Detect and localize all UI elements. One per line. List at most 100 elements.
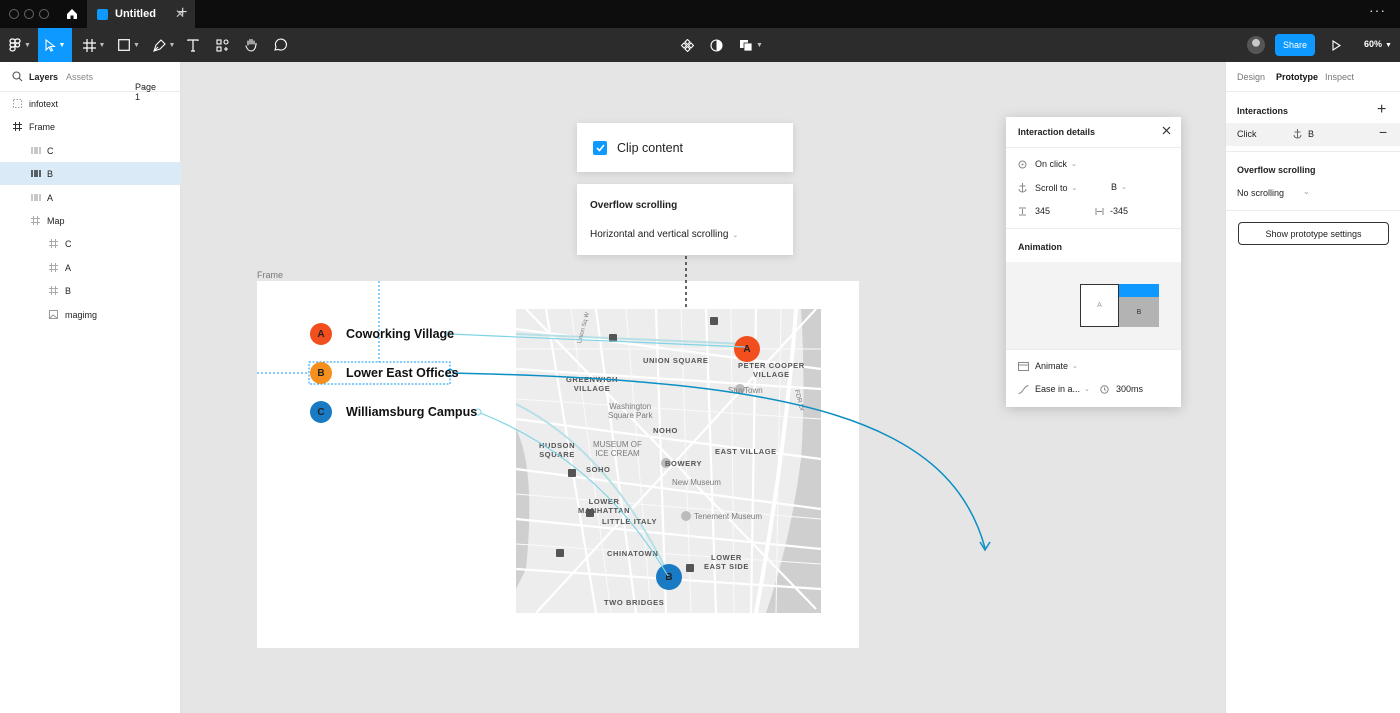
add-interaction-icon[interactable]: + — [1377, 101, 1386, 119]
animate-icon — [1018, 361, 1029, 371]
layer-item[interactable]: B — [0, 162, 181, 186]
layer-label: C — [47, 145, 54, 156]
trigger-dropdown[interactable]: On click ⌄ — [1018, 159, 1077, 169]
layer-item[interactable]: Frame — [0, 115, 181, 138]
present-button[interactable] — [1328, 28, 1344, 62]
tab-design[interactable]: Design — [1237, 72, 1265, 82]
cursor-icon — [44, 38, 56, 52]
offset-y-field[interactable]: 345 — [1018, 206, 1050, 216]
avatar[interactable] — [1247, 36, 1265, 54]
layer-label: B — [65, 286, 72, 297]
location-item-a[interactable]: A Coworking Village — [310, 323, 454, 345]
map-label: BOWERY — [665, 459, 703, 468]
interaction-row[interactable]: Click B − — [1226, 123, 1400, 146]
home-button[interactable] — [57, 0, 87, 28]
layer-item[interactable]: B — [0, 279, 181, 302]
close-icon[interactable] — [1162, 126, 1171, 135]
text-frame-icon — [13, 99, 22, 110]
layer-item[interactable]: infotext — [0, 92, 181, 115]
remove-interaction-icon[interactable]: − — [1379, 124, 1387, 140]
clip-content-checkbox[interactable] — [593, 140, 607, 155]
components-icon — [215, 38, 229, 52]
new-tab-icon[interactable]: + — [178, 4, 187, 22]
more-menu-icon[interactable]: ··· — [1369, 2, 1386, 18]
layer-label: Frame — [29, 122, 56, 133]
boolean-action[interactable]: ▼ — [738, 28, 764, 62]
layer-label: infotext — [29, 99, 59, 109]
layer-item[interactable]: C — [0, 232, 181, 255]
show-prototype-settings-button[interactable]: Show prototype settings — [1238, 222, 1389, 245]
resources-tool[interactable] — [212, 28, 232, 62]
easing-curve-icon — [1018, 384, 1029, 394]
offset-y-value: 345 — [1035, 206, 1051, 216]
map-label: GREENWICH VILLAGE — [566, 375, 619, 393]
overflow-card-title: Overflow scrolling — [590, 200, 678, 211]
layer-item[interactable]: Map — [0, 209, 181, 232]
window-close-dot[interactable] — [9, 9, 19, 19]
target-dropdown[interactable]: B ⌄ — [1111, 182, 1127, 192]
overflow-dropdown[interactable]: No scrolling ⌄ — [1226, 186, 1400, 202]
frame-icon — [49, 239, 58, 250]
map-label: CHINATOWN — [607, 549, 659, 558]
map-pin-a[interactable]: A — [734, 336, 760, 362]
layer-item[interactable]: C — [0, 139, 181, 162]
tab-assets[interactable]: Assets — [66, 72, 93, 82]
tab-layers[interactable]: Layers — [29, 72, 58, 82]
easing-dropdown[interactable]: Ease in a... ⌄ — [1018, 384, 1090, 394]
subway-icon — [586, 509, 594, 517]
duration-field[interactable]: 300ms — [1100, 384, 1143, 394]
tab-inspect[interactable]: Inspect — [1325, 72, 1354, 82]
share-button[interactable]: Share — [1275, 34, 1315, 56]
layer-item[interactable]: magimg — [0, 303, 181, 326]
move-tool[interactable]: ▼ — [38, 28, 72, 62]
map-label: Washington Square Park — [608, 402, 653, 420]
component-action[interactable] — [678, 28, 696, 62]
location-name: Coworking Village — [346, 327, 455, 341]
chevron-down-icon: ▼ — [1385, 42, 1392, 49]
frame-icon — [49, 286, 58, 297]
zoom-value: 60% — [1364, 39, 1383, 49]
location-item-c[interactable]: C Williamsburg Campus — [310, 401, 477, 423]
chevron-down-icon: ⌄ — [1071, 184, 1078, 192]
mask-action[interactable] — [707, 28, 725, 62]
location-pin-a: A — [310, 323, 332, 345]
component-icon — [31, 193, 41, 204]
window-maximize-dot[interactable] — [39, 9, 49, 19]
hand-tool[interactable] — [241, 28, 261, 62]
properties-panel: Design Prototype Inspect Interactions + … — [1225, 62, 1400, 713]
figma-file-icon — [97, 8, 108, 20]
zoom-dropdown[interactable]: 60% ▼ — [1364, 39, 1392, 49]
frame-label[interactable]: Frame — [257, 270, 283, 280]
chevron-down-icon: ⌄ — [1084, 386, 1090, 393]
tab-prototype[interactable]: Prototype — [1276, 72, 1318, 82]
horizontal-offset-icon — [1095, 207, 1104, 215]
location-pin-b: B — [310, 362, 332, 384]
pen-tool[interactable]: ▼ — [150, 28, 178, 62]
layer-item[interactable]: A — [0, 256, 181, 279]
target-value: B — [1111, 182, 1118, 192]
overflow-card-dropdown[interactable]: Horizontal and vertical scrolling ⌄ — [590, 229, 738, 240]
text-tool[interactable] — [184, 28, 202, 62]
frame-icon — [49, 262, 58, 274]
component-icon — [31, 146, 41, 157]
text-icon — [187, 38, 199, 52]
shape-tool[interactable]: ▼ — [115, 28, 143, 62]
map-image[interactable]: UNION SQUARE PETER COOPER VILLAGE GREENW… — [516, 309, 821, 613]
window-minimize-dot[interactable] — [24, 9, 34, 19]
overflow-section: Overflow scrolling — [1226, 163, 1400, 179]
interaction-details-title: Interaction details — [1018, 127, 1096, 137]
offset-x-field[interactable]: -345 — [1095, 206, 1128, 216]
action-dropdown[interactable]: Scroll to ⌄ — [1018, 182, 1077, 193]
search-icon[interactable] — [12, 71, 23, 82]
rectangle-icon — [118, 39, 130, 51]
main-menu-button[interactable]: ▼ — [6, 28, 34, 62]
layer-item[interactable]: A — [0, 186, 181, 209]
animation-type-dropdown[interactable]: Animate ⌄ — [1018, 361, 1078, 371]
map-pin-b[interactable]: B — [656, 564, 682, 590]
location-item-b[interactable]: B Lower East Offices — [310, 362, 459, 384]
comment-tool[interactable] — [270, 28, 290, 62]
frame-tool[interactable]: ▼ — [80, 28, 108, 62]
trigger-value: On click — [1035, 159, 1068, 169]
comment-icon — [274, 38, 287, 51]
subway-icon — [609, 334, 617, 342]
